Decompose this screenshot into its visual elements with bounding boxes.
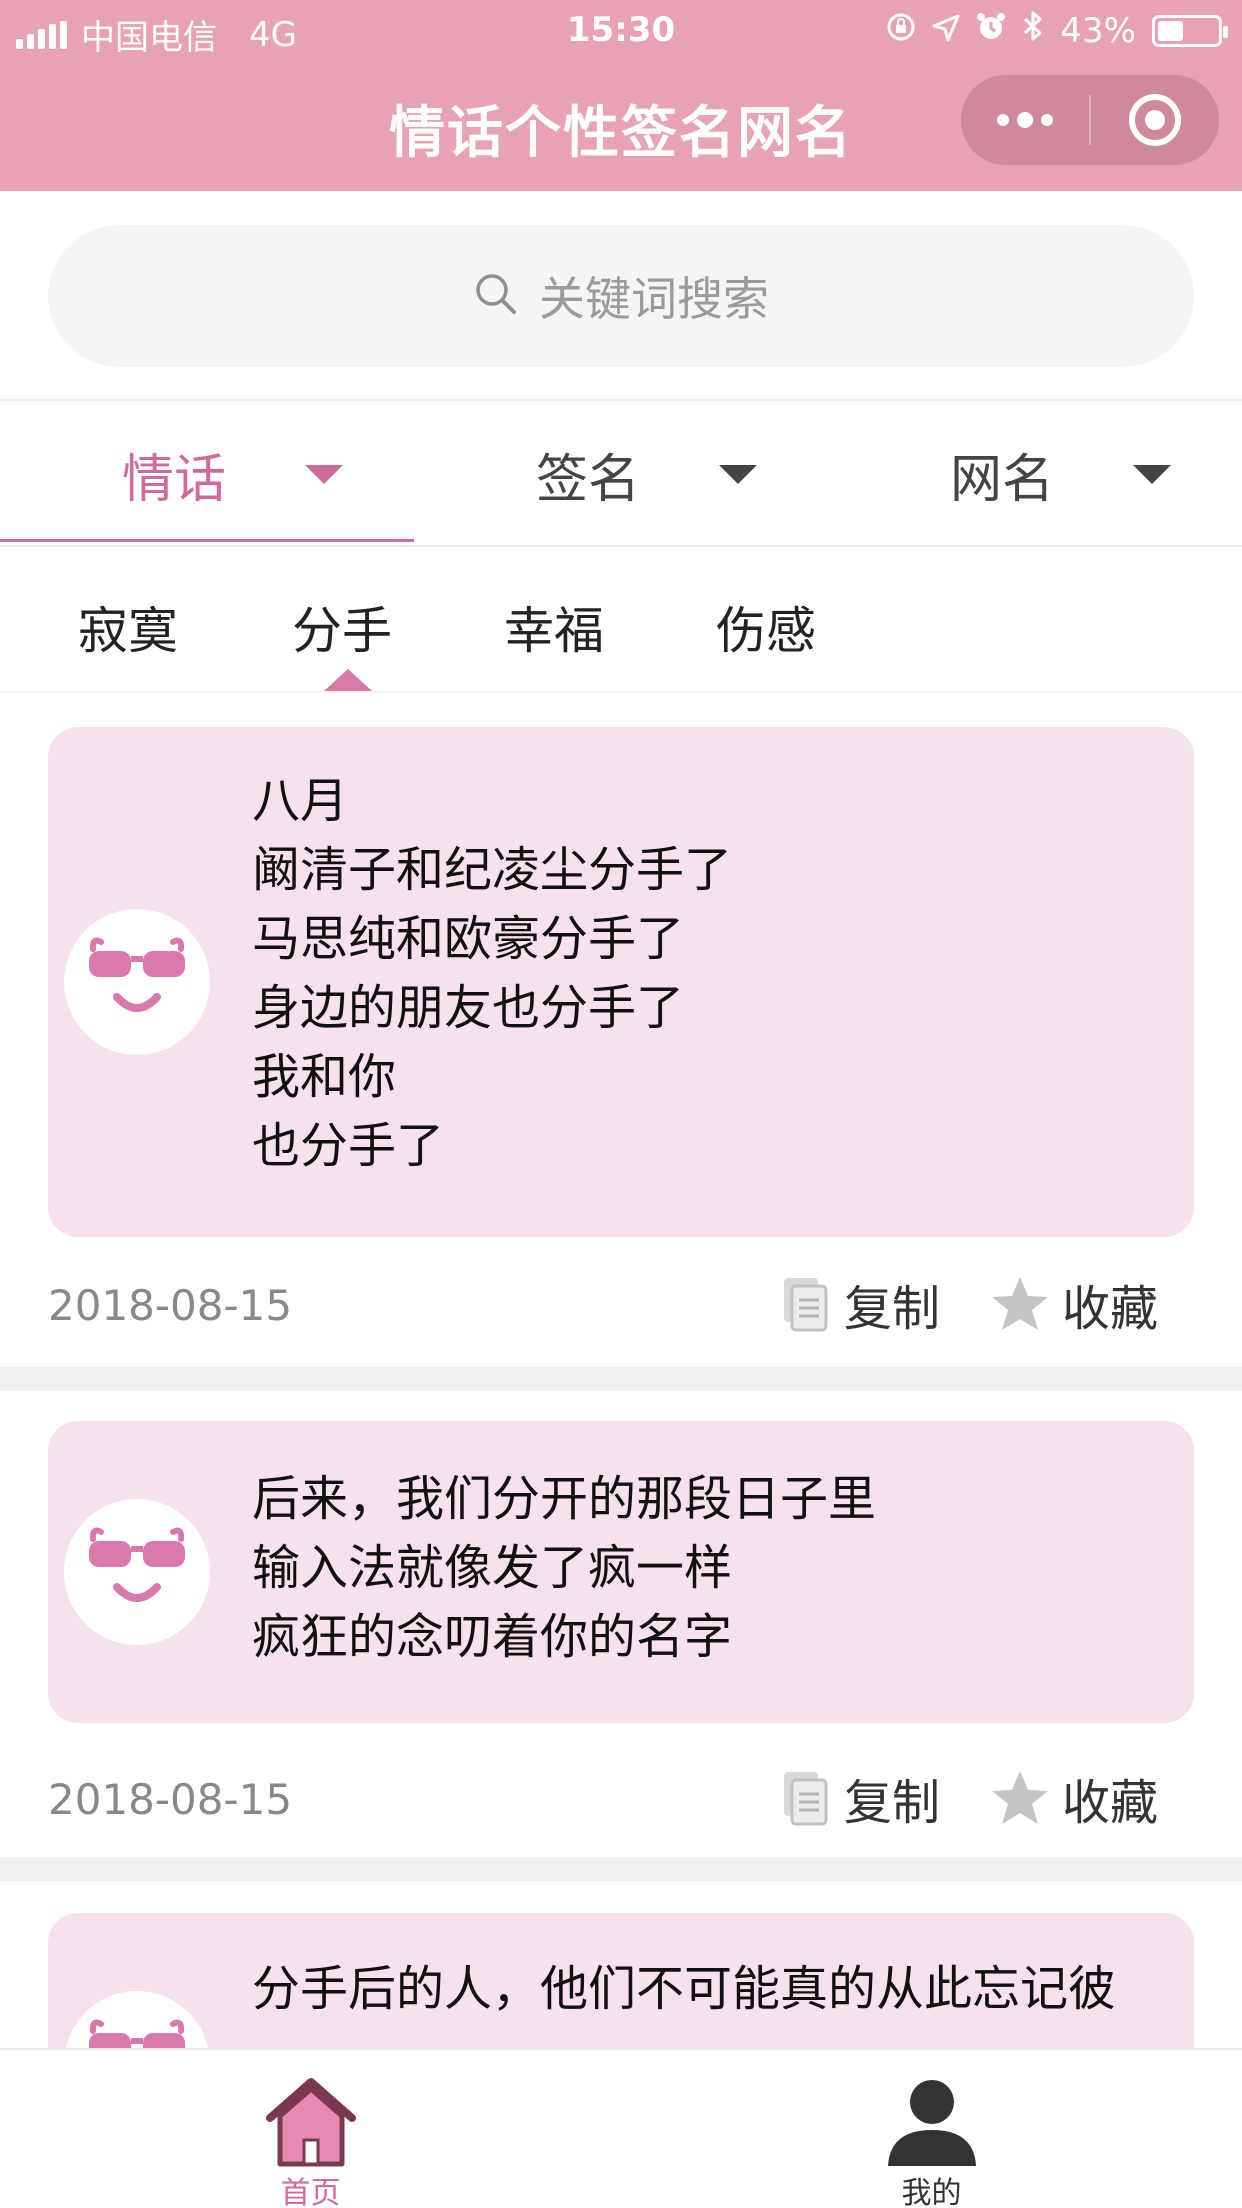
battery-icon bbox=[1152, 14, 1228, 47]
favorite-label: 收藏 bbox=[1062, 1775, 1159, 1831]
active-subtab-caret bbox=[324, 669, 372, 691]
active-tab-underline bbox=[0, 539, 414, 542]
bottom-tab-bar: 首页 我的 bbox=[0, 2048, 1242, 2208]
post-text: 后来，我们分开的那段日子里 输入法就像发了疯一样 疯狂的念叨着你的名字 bbox=[252, 1465, 876, 1672]
post-line: 分手后的人，他们不可能真的从此忘记彼 bbox=[252, 1961, 1117, 2017]
more-dot-icon bbox=[997, 114, 1009, 126]
post-line: 阚清子和纪凌尘分手了 bbox=[252, 842, 733, 898]
tab-label: 网名 bbox=[950, 449, 1055, 510]
category-tabs: 情话 签名 网名 bbox=[0, 403, 1242, 547]
tab-wangming[interactable]: 网名 bbox=[828, 403, 1242, 545]
post-date: 2018-08-15 bbox=[48, 1281, 293, 1330]
subtab-fenshou[interactable]: 分手 bbox=[292, 591, 392, 663]
copy-label: 复制 bbox=[844, 1775, 941, 1831]
avatar bbox=[64, 909, 210, 1055]
post-text: 分手后的人，他们不可能真的从此忘记彼 bbox=[252, 1955, 1116, 2024]
status-bar: 中国电信 4G 15:30 43% bbox=[0, 0, 1242, 62]
post-line: 八月 bbox=[252, 773, 349, 829]
subtab-shanggan[interactable]: 伤感 bbox=[716, 591, 816, 663]
post-line: 马思纯和欧豪分手了 bbox=[252, 911, 685, 967]
copy-button[interactable]: 复制 bbox=[780, 1269, 940, 1339]
user-icon bbox=[884, 2076, 980, 2172]
search-icon bbox=[473, 271, 519, 321]
favorite-label: 收藏 bbox=[1062, 1281, 1159, 1337]
tab-label: 情话 bbox=[122, 449, 227, 510]
app-header: 中国电信 4G 15:30 43% 情话个性签名网名 bbox=[0, 0, 1242, 191]
rotation-lock-icon bbox=[886, 11, 916, 51]
tab-mine-label: 我的 bbox=[901, 2176, 962, 2208]
tab-home-label: 首页 bbox=[280, 2176, 341, 2208]
close-program-button[interactable] bbox=[1091, 75, 1219, 165]
post-line: 输入法就像发了疯一样 bbox=[252, 1540, 733, 1596]
more-dot-icon bbox=[1041, 114, 1053, 126]
post-meta: 2018-08-15 复制 收藏 bbox=[0, 1731, 1242, 1861]
tab-qinghua[interactable]: 情话 bbox=[0, 403, 414, 545]
post-feed: 八月 阚清子和纪凌尘分手了 马思纯和欧豪分手了 身边的朋友也分手了 我和你 也分… bbox=[0, 695, 1242, 2048]
subtab-jimo[interactable]: 寂寞 bbox=[78, 591, 178, 663]
cool-face-icon bbox=[89, 1527, 185, 1602]
search-section: 关键词搜索 bbox=[0, 191, 1242, 401]
subtab-xingfu[interactable]: 幸福 bbox=[504, 591, 604, 663]
tab-label: 签名 bbox=[536, 449, 641, 510]
subcategory-tabs: 寂寞 分手 幸福 伤感 bbox=[0, 549, 1242, 693]
post-bubble[interactable]: 分手后的人，他们不可能真的从此忘记彼 bbox=[48, 1913, 1194, 2048]
avatar bbox=[64, 1991, 210, 2048]
tab-qianming[interactable]: 签名 bbox=[414, 403, 828, 545]
post-line: 我和你 bbox=[252, 1049, 397, 1105]
search-placeholder: 关键词搜索 bbox=[539, 272, 769, 326]
post-divider bbox=[0, 1367, 1242, 1391]
post-divider bbox=[0, 1857, 1242, 1881]
tab-mine[interactable]: 我的 bbox=[621, 2050, 1242, 2208]
post-line: 身边的朋友也分手了 bbox=[252, 980, 685, 1036]
home-icon bbox=[264, 2076, 358, 2172]
location-icon bbox=[932, 11, 960, 51]
copy-button[interactable]: 复制 bbox=[780, 1763, 940, 1833]
post-date: 2018-08-15 bbox=[48, 1775, 293, 1824]
post-line: 也分手了 bbox=[252, 1118, 445, 1174]
copy-label: 复制 bbox=[844, 1281, 941, 1337]
post-line: 疯狂的念叨着你的名字 bbox=[252, 1609, 733, 1665]
mini-program-capsule bbox=[960, 74, 1220, 166]
bluetooth-icon bbox=[1022, 10, 1044, 51]
battery-fill bbox=[1158, 20, 1183, 41]
dropdown-triangle-icon bbox=[1133, 464, 1171, 484]
alarm-icon bbox=[976, 11, 1006, 51]
more-dot-icon bbox=[1017, 112, 1033, 128]
post-bubble[interactable]: 八月 阚清子和纪凌尘分手了 马思纯和欧豪分手了 身边的朋友也分手了 我和你 也分… bbox=[48, 727, 1194, 1237]
post-meta: 2018-08-15 复制 收藏 bbox=[0, 1237, 1242, 1367]
more-button[interactable] bbox=[961, 75, 1089, 165]
favorite-button[interactable]: 收藏 bbox=[990, 1763, 1158, 1833]
post-text: 八月 阚清子和纪凌尘分手了 马思纯和欧豪分手了 身边的朋友也分手了 我和你 也分… bbox=[252, 767, 732, 1181]
copy-icon bbox=[784, 1278, 828, 1332]
cool-face-icon bbox=[89, 2019, 185, 2048]
target-icon bbox=[1128, 94, 1181, 146]
tab-home[interactable]: 首页 bbox=[0, 2050, 621, 2208]
post-line: 后来，我们分开的那段日子里 bbox=[252, 1471, 877, 1527]
search-input[interactable]: 关键词搜索 bbox=[48, 225, 1194, 367]
copy-icon bbox=[784, 1772, 828, 1826]
star-icon bbox=[992, 1771, 1048, 1824]
cool-face-icon bbox=[89, 937, 185, 1012]
battery-percent: 43% bbox=[1060, 10, 1136, 51]
status-right: 43% bbox=[886, 10, 1228, 51]
favorite-button[interactable]: 收藏 bbox=[990, 1269, 1158, 1339]
dropdown-triangle-icon bbox=[719, 464, 757, 484]
post-bubble[interactable]: 后来，我们分开的那段日子里 输入法就像发了疯一样 疯狂的念叨着你的名字 bbox=[48, 1421, 1194, 1723]
dropdown-triangle-icon bbox=[305, 464, 343, 484]
avatar bbox=[64, 1499, 210, 1645]
star-icon bbox=[992, 1277, 1048, 1330]
